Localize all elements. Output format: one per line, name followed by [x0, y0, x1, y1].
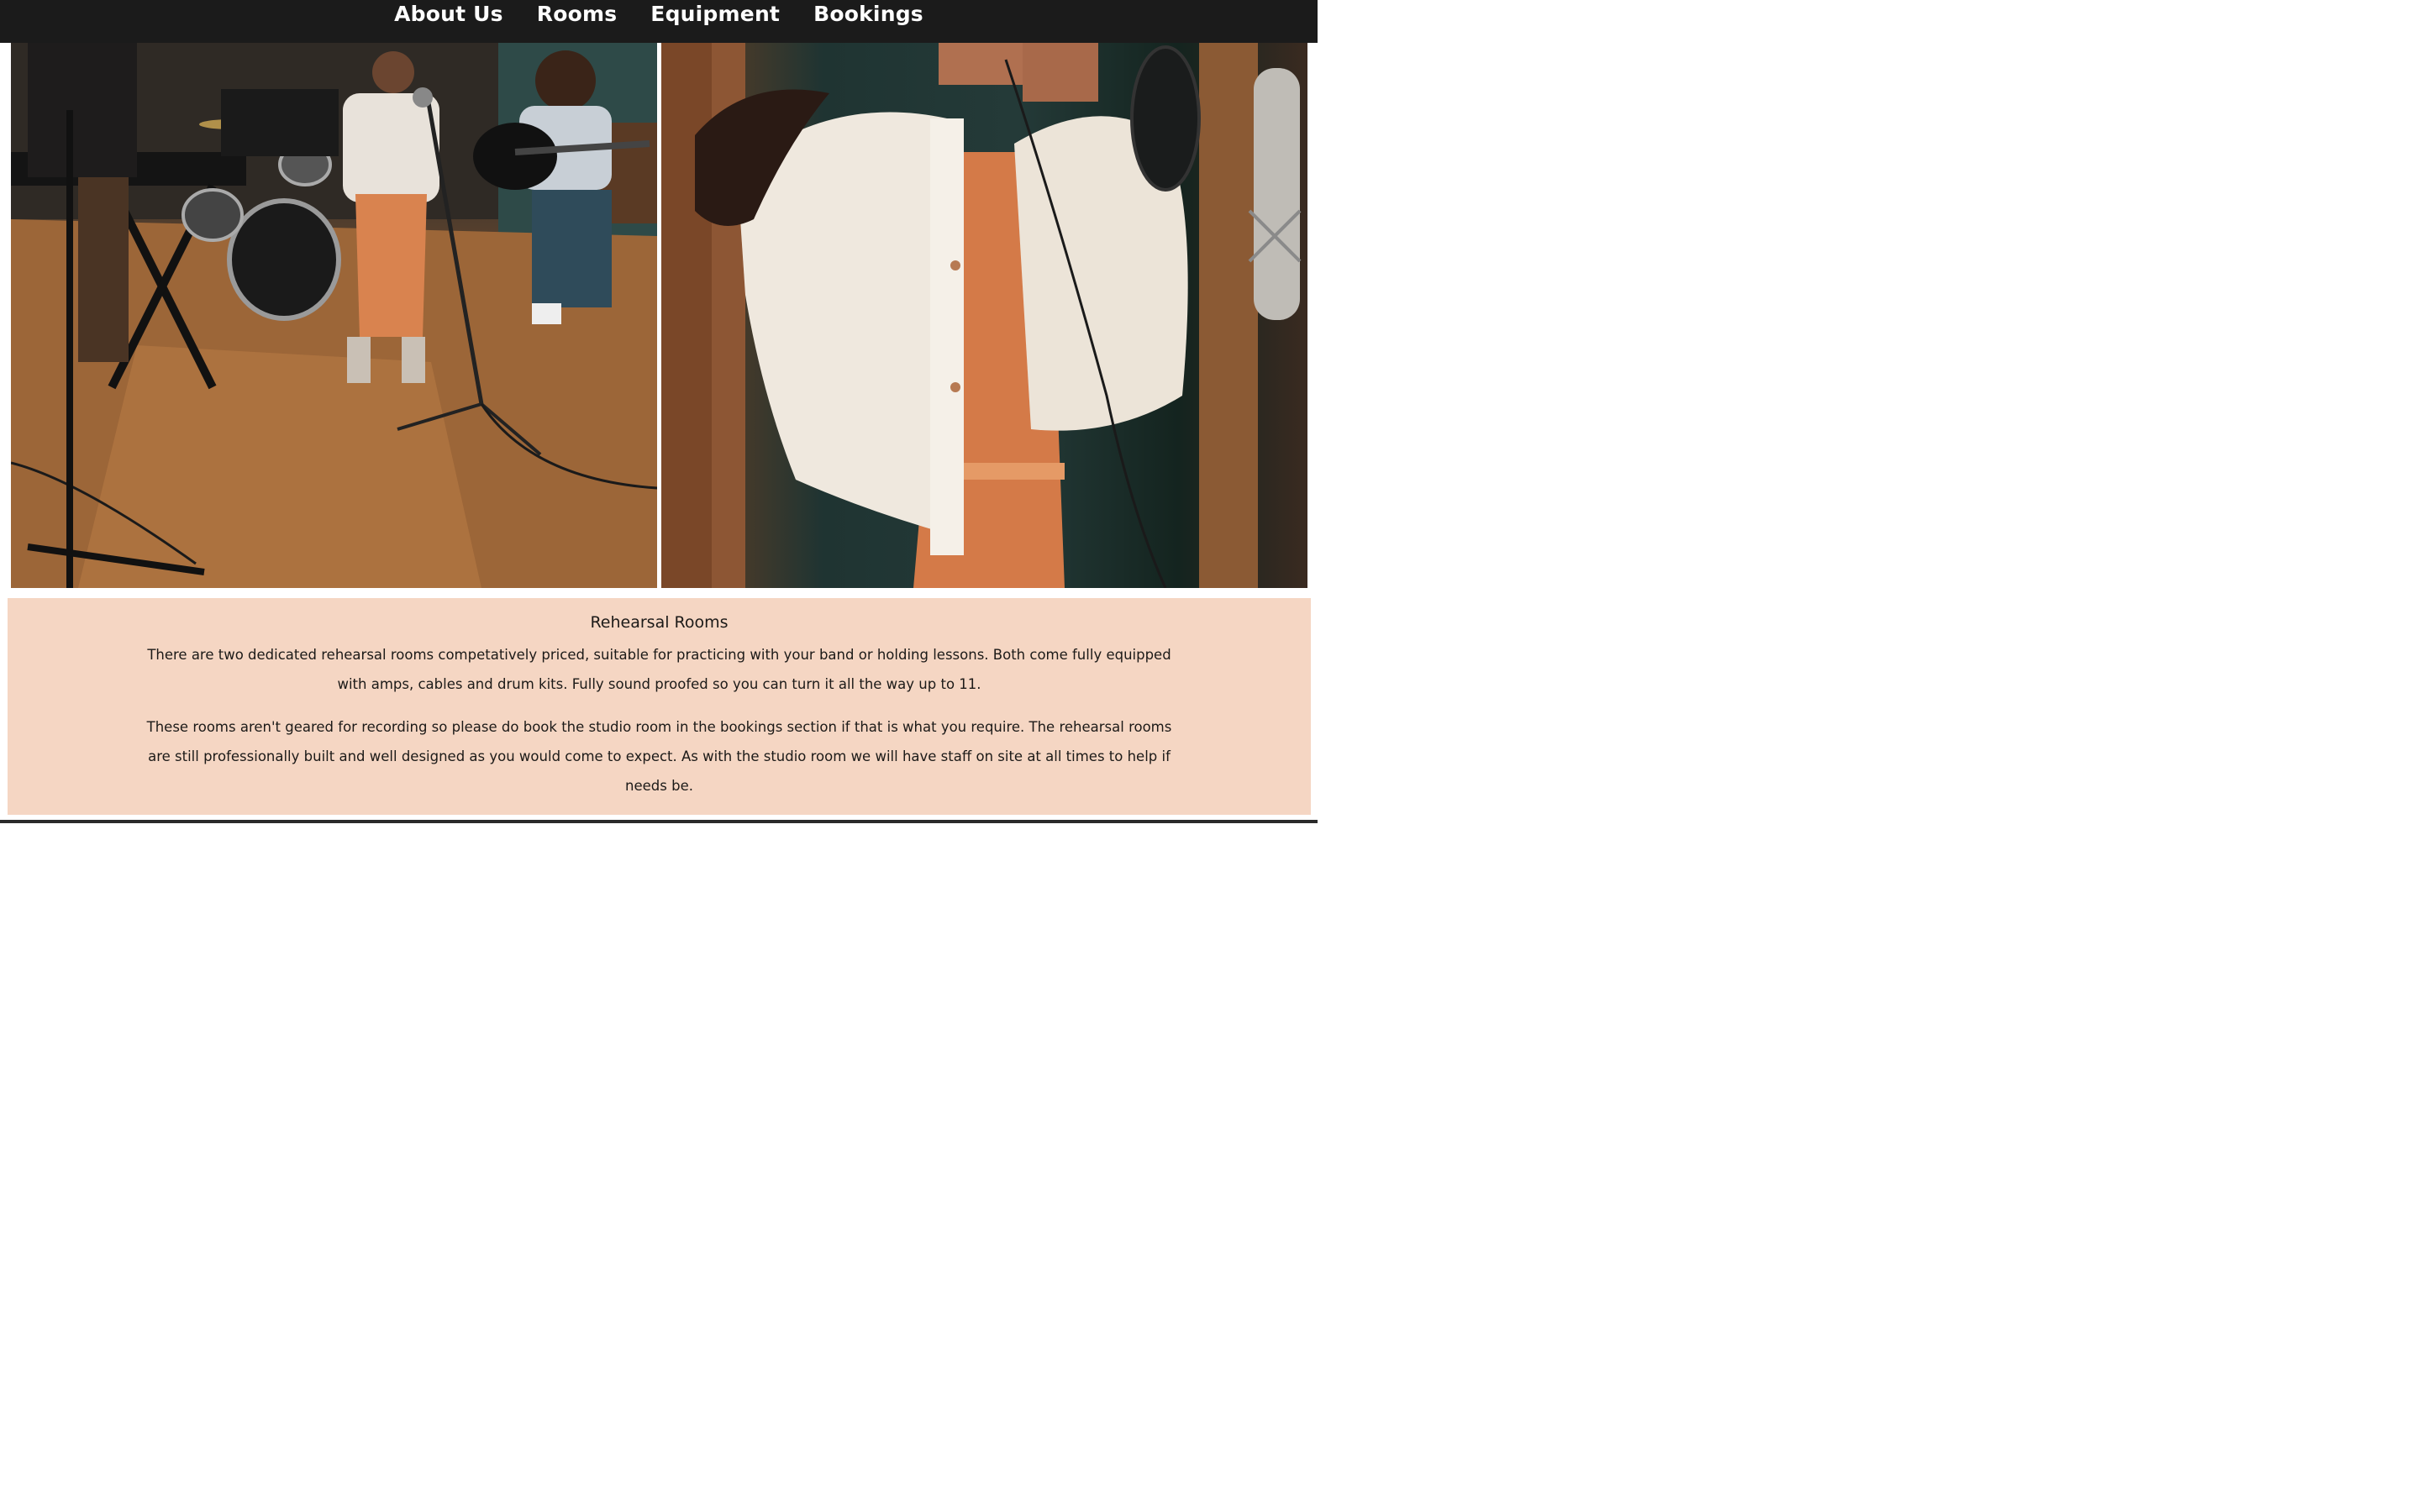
rehearsal-rooms-section: Rehearsal Rooms There are two dedicated …: [8, 598, 1311, 815]
description-paragraph-1: There are two dedicated rehearsal rooms …: [147, 647, 1171, 692]
singer-recording-illustration: [661, 43, 1302, 588]
nav-link-rooms[interactable]: Rooms: [537, 2, 618, 27]
nav-link-equipment[interactable]: Equipment: [650, 2, 780, 27]
description-paragraph-2: These rooms aren't geared for recording …: [146, 719, 1172, 794]
band-rehearsal-photo: [11, 43, 657, 588]
photo-gallery: [11, 43, 1307, 588]
nav-link-bookings[interactable]: Bookings: [813, 2, 923, 27]
top-navigation: About Us Rooms Equipment Bookings: [0, 0, 1318, 43]
nav-link-about-us[interactable]: About Us: [394, 2, 503, 27]
band-rehearsal-illustration: [11, 43, 657, 588]
singer-recording-photo: [661, 43, 1307, 588]
section-title: Rehearsal Rooms: [590, 613, 729, 632]
footer-divider: [0, 820, 1318, 823]
